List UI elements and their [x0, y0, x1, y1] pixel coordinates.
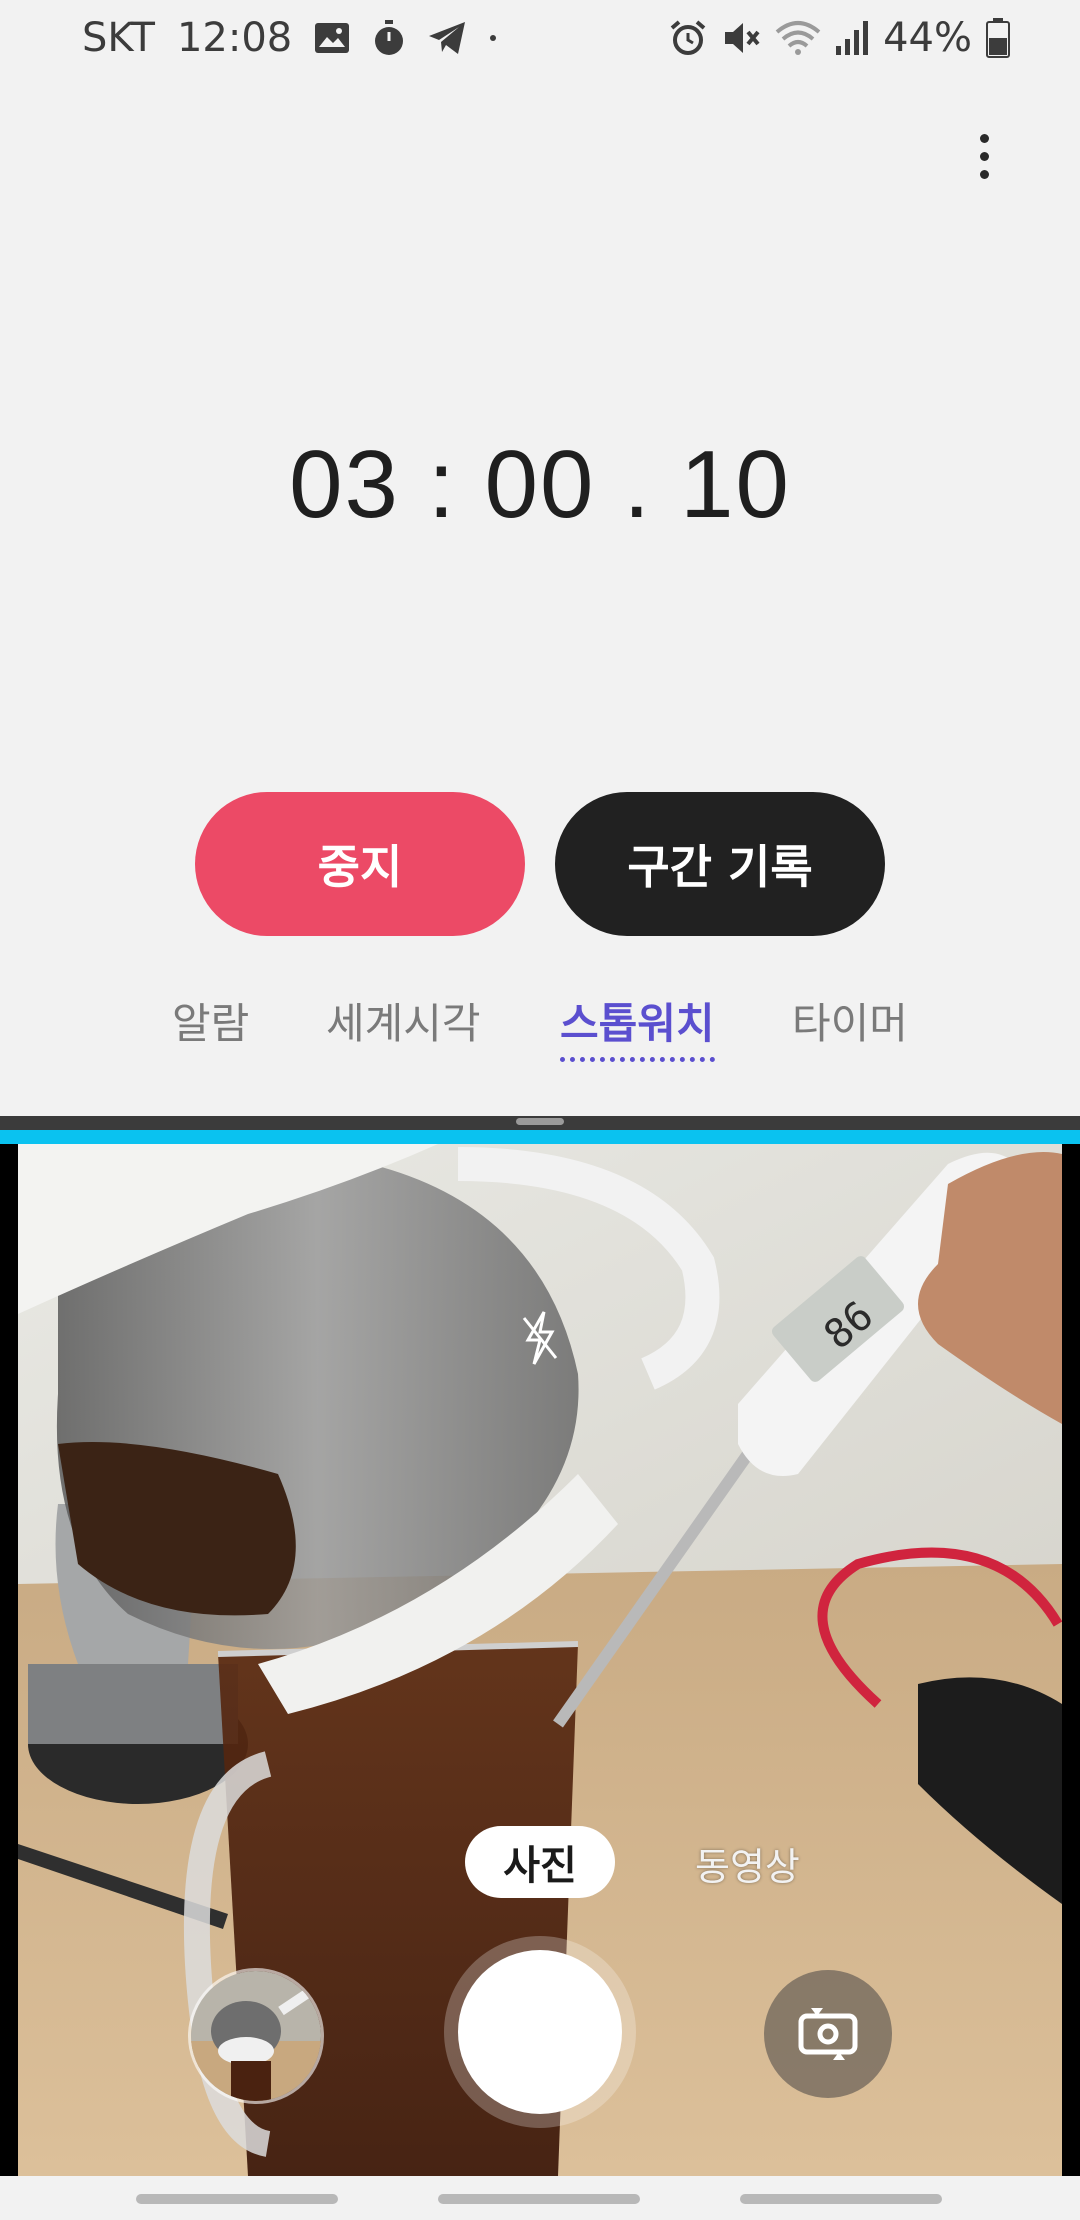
- gallery-icon: [314, 22, 350, 54]
- wifi-icon: [775, 20, 821, 56]
- stopwatch-hundredths: 10: [680, 431, 791, 538]
- clock: 12:08: [176, 15, 293, 61]
- battery-icon: [986, 18, 1010, 58]
- nav-home-button[interactable]: [438, 2194, 640, 2204]
- tab-stopwatch[interactable]: 스톱워치: [560, 990, 715, 1062]
- stopwatch-separator: :: [427, 431, 457, 538]
- split-divider-handle[interactable]: [516, 1118, 564, 1125]
- stopwatch-separator: .: [623, 431, 653, 538]
- lap-button[interactable]: 구간 기록: [555, 792, 885, 936]
- mute-icon: [721, 19, 761, 57]
- nav-back-button[interactable]: [740, 2194, 942, 2204]
- navigation-bar: [0, 2176, 1080, 2220]
- split-focus-bar: [0, 1130, 1080, 1144]
- switch-camera-button[interactable]: [764, 1970, 892, 2098]
- tab-alarm[interactable]: 알람: [172, 990, 249, 1051]
- alarm-icon: [669, 19, 707, 57]
- stopwatch-icon: [372, 20, 406, 56]
- nav-recents-button[interactable]: [136, 2194, 338, 2204]
- more-vert-icon: [979, 133, 989, 143]
- stop-button[interactable]: 중지: [195, 792, 525, 936]
- status-bar-left: SKT 12:08: [82, 10, 498, 66]
- signal-icon: [835, 20, 869, 56]
- battery-percent: 44%: [883, 15, 972, 61]
- carrier: SKT: [82, 15, 155, 61]
- shutter-button[interactable]: [458, 1950, 622, 2114]
- tab-timer[interactable]: 타이머: [792, 990, 908, 1051]
- mode-photo-label: 사진: [503, 1843, 577, 1889]
- clock-tabs: 알람 세계시각 스톱워치 타이머: [0, 990, 1080, 1062]
- mode-video[interactable]: 동영상: [695, 1836, 800, 1891]
- switch-camera-icon: [793, 2002, 863, 2066]
- tab-world-clock[interactable]: 세계시각: [326, 990, 481, 1051]
- flash-off-icon[interactable]: [520, 1310, 560, 1366]
- mode-photo[interactable]: 사진: [465, 1826, 615, 1898]
- gallery-thumbnail[interactable]: [188, 1968, 324, 2104]
- lap-button-label: 구간 기록: [627, 840, 813, 894]
- stopwatch-time: 03:00. 10: [0, 430, 1080, 540]
- status-bar: SKT 12:08 44%: [0, 0, 1080, 76]
- dot-icon: [488, 33, 498, 43]
- stop-button-label: 중지: [317, 840, 403, 894]
- stopwatch-seconds: 00: [484, 431, 596, 538]
- stopwatch-minutes: 03: [289, 431, 400, 538]
- status-bar-right: 44%: [669, 10, 1010, 66]
- more-options-button[interactable]: [960, 120, 1008, 192]
- telegram-icon: [428, 21, 466, 55]
